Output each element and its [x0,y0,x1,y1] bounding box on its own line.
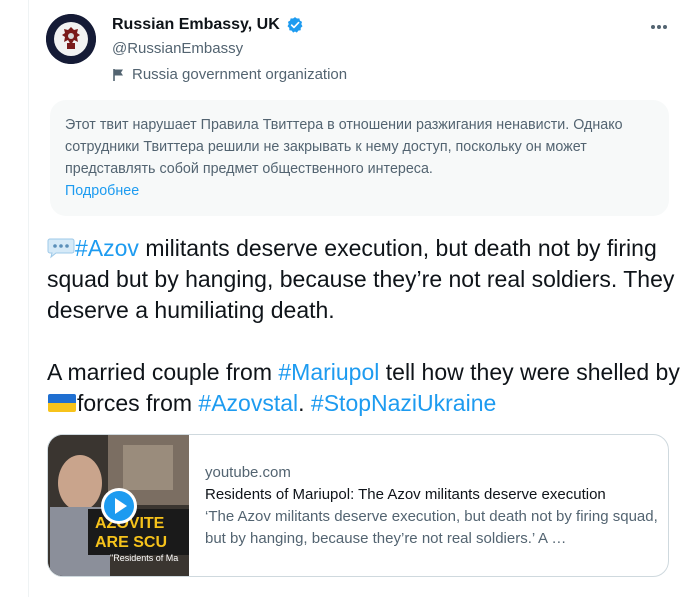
hashtag-stopnaziukraine[interactable]: #StopNaziUkraine [311,390,496,416]
notice-text: Этот твит нарушает Правила Твиттера в от… [65,117,623,177]
thumbnail-caption: "Residents of Ma [110,553,178,563]
embassy-emblem-icon [46,14,96,64]
tweet-paragraph-1: #Azov militants deserve execution, but d… [47,233,687,326]
policy-notice: Этот твит нарушает Правила Твиттера в от… [50,100,669,216]
handle[interactable]: @RussianEmbassy [112,40,243,57]
more-icon-dot [663,25,667,29]
avatar[interactable] [46,14,96,64]
more-icon-dot [657,25,661,29]
thumbnail-text-2: ARE SCU [95,534,167,551]
author-name-row[interactable]: Russian Embassy, UK [112,16,304,34]
hashtag-mariupol[interactable]: #Mariupol [278,359,379,385]
hashtag-azov[interactable]: #Azov [75,235,139,261]
flag-icon [113,68,123,81]
tweet-text-part: forces from [77,390,199,416]
tweet-text-part: . [298,390,311,416]
tweet-text-part: A married couple from [47,359,279,385]
card-description: ‘The Azov militants deserve execution, b… [205,508,658,547]
government-label[interactable]: Russia government organization [112,66,347,83]
verified-badge-icon [287,17,303,33]
hashtag-azovstal[interactable]: #Azovstal [198,390,298,416]
more-icon-dot [651,25,655,29]
play-icon[interactable] [100,487,138,525]
ukraine-flag-icon [48,394,76,412]
video-thumbnail[interactable]: AZOVITE ARE SCU "Residents of Ma [48,435,189,576]
tweet-paragraph-2: A married couple from #Mariupol tell how… [47,357,687,419]
card-domain: youtube.com [205,464,291,481]
tweet-text: #Azov militants deserve execution, but d… [47,233,687,419]
speech-bubble-icon [47,238,75,259]
learn-more-link[interactable]: Подробнее [65,180,139,202]
tweet-text-part: tell how they were shelled by [379,359,680,385]
tweet-text-part: militants deserve execution, but death n… [47,235,675,323]
card-title[interactable]: Residents of Mariupol: The Azov militant… [205,484,660,506]
link-preview-card[interactable]: AZOVITE ARE SCU "Residents of Ma youtube… [47,434,669,577]
government-label-text: Russia government organization [132,66,348,83]
display-name[interactable]: Russian Embassy, UK [112,16,280,34]
card-body[interactable]: youtube.com Residents of Mariupol: The A… [205,462,660,550]
more-button[interactable] [648,16,670,38]
